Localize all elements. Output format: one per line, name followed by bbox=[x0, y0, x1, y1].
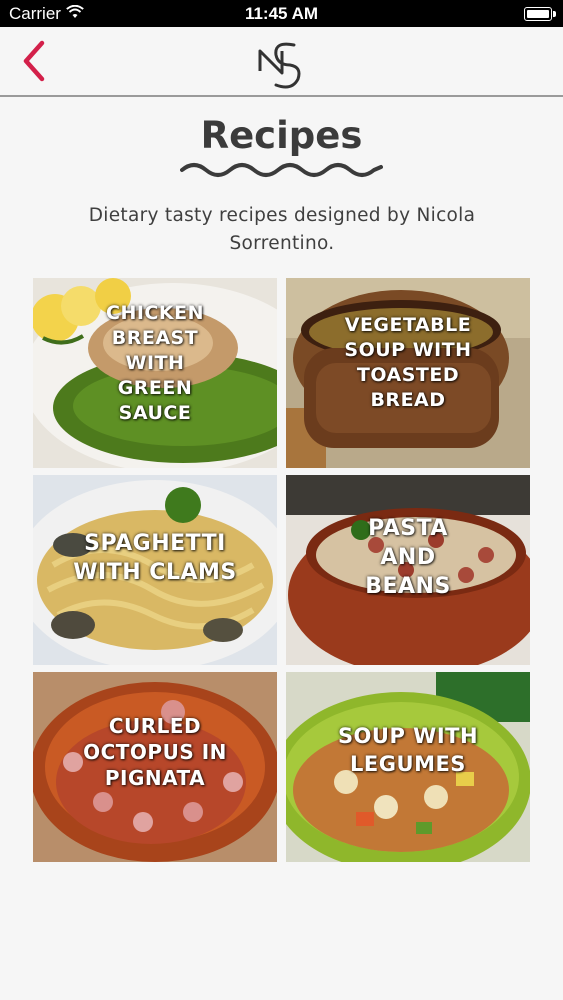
recipe-title: SPAGHETTI WITH CLAMS bbox=[73, 530, 237, 585]
chevron-left-icon bbox=[23, 40, 45, 82]
status-bar: Carrier 11:45 AM bbox=[0, 0, 563, 27]
recipe-card-pasta-beans[interactable]: PASTA AND BEANS bbox=[286, 475, 530, 665]
recipe-card-curled-octopus[interactable]: CURLED OCTOPUS IN PIGNATA bbox=[33, 672, 277, 862]
ns-logo bbox=[254, 37, 308, 91]
back-button[interactable] bbox=[18, 39, 52, 83]
recipe-card-spaghetti[interactable]: SPAGHETTI WITH CLAMS bbox=[33, 475, 277, 665]
page-subtitle: Dietary tasty recipes designed by Nicola… bbox=[88, 205, 476, 254]
recipe-title: PASTA AND BEANS bbox=[365, 516, 451, 599]
recipe-title: CHICKEN BREAST WITH GREEN SAUCE bbox=[106, 301, 204, 424]
wave-divider-icon bbox=[180, 163, 383, 177]
page-title: Recipes bbox=[200, 114, 363, 157]
recipe-card-vegetable-soup[interactable]: VEGETABLE SOUP WITH TOASTED BREAD bbox=[286, 278, 530, 468]
nav-bar bbox=[0, 27, 563, 97]
recipe-card-chicken-breast[interactable]: CHICKEN BREAST WITH GREEN SAUCE bbox=[33, 278, 277, 468]
recipe-title: CURLED OCTOPUS IN PIGNATA bbox=[83, 714, 227, 790]
clock: 11:45 AM bbox=[244, 4, 319, 23]
recipe-title: VEGETABLE SOUP WITH TOASTED BREAD bbox=[344, 314, 472, 411]
battery-icon bbox=[524, 7, 556, 21]
recipe-card-soup-legumes[interactable]: SOUP WITH LEGUMES bbox=[286, 672, 530, 862]
recipe-title: SOUP WITH LEGUMES bbox=[337, 723, 479, 776]
